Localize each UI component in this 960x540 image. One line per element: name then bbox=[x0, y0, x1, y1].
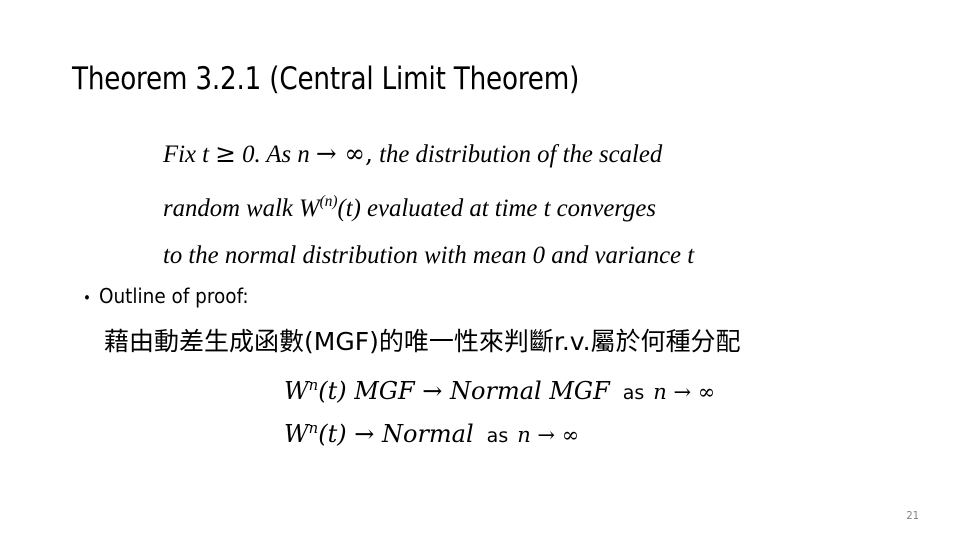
equation-2-lhs: Wn(t) → Normal bbox=[284, 419, 474, 448]
equation-2-limit-arrow-icon: → bbox=[537, 422, 556, 447]
page-title: Theorem 3.2.1 (Central Limit Theorem) bbox=[72, 61, 580, 97]
equation-2-as-label: as bbox=[486, 424, 509, 447]
page-number: 21 bbox=[906, 509, 919, 522]
equation-2-limit-infinity: ∞ bbox=[555, 422, 580, 447]
equation-1-limit-arrow-icon: → bbox=[673, 379, 692, 404]
equation-1-arrow-icon: → bbox=[422, 376, 443, 405]
equation-2-lhs-base: W bbox=[284, 419, 309, 448]
greater-equal-symbol: ≥ bbox=[215, 139, 236, 169]
equation-1-limit-var: n bbox=[653, 379, 674, 404]
equation-2-rhs: Normal bbox=[374, 419, 474, 448]
theorem-statement: Fix t ≥ 0. As n → ∞, the distribution of… bbox=[163, 130, 863, 278]
equation-distribution-convergence: Wn(t) → Normal as n → ∞ bbox=[284, 419, 579, 448]
outline-cjk-note: 藉由動差生成函數(MGF)的唯一性來判斷r.v.屬於何種分配 bbox=[104, 327, 741, 356]
equation-2-limit: n → ∞ bbox=[517, 423, 579, 447]
equation-2-superscript: n bbox=[308, 419, 319, 437]
right-arrow-symbol: → bbox=[315, 139, 337, 169]
outline-bullet-label: Outline of proof: bbox=[98, 284, 249, 308]
equation-1-superscript: n bbox=[308, 376, 319, 394]
equation-1-limit: n → ∞ bbox=[653, 380, 715, 404]
slide-canvas: Theorem 3.2.1 (Central Limit Theorem) Fi… bbox=[0, 0, 960, 540]
superscript-n: (n) bbox=[319, 193, 338, 210]
equation-1-rhs: Normal MGF bbox=[442, 376, 610, 405]
infinity-symbol: ∞, bbox=[336, 139, 373, 169]
equation-1-limit-infinity: ∞ bbox=[691, 379, 716, 404]
theorem-line-1-part-a: Fix t bbox=[163, 139, 216, 168]
equation-2-arrow-icon: → bbox=[354, 419, 375, 448]
theorem-line-1-part-c: the distribution of the scaled bbox=[372, 139, 663, 168]
equation-1-lhs-base: W bbox=[284, 376, 309, 405]
theorem-line-1: Fix t ≥ 0. As n → ∞, the distribution of… bbox=[163, 130, 842, 178]
equation-1-lhs: Wn(t) MGF → Normal MGF bbox=[284, 376, 610, 405]
theorem-line-2-part-b: (t) evaluated at time t converges bbox=[337, 192, 656, 222]
outline-bullet-row: • Outline of proof: bbox=[83, 284, 249, 308]
theorem-line-2: random walk W(n)(t) evaluated at time t … bbox=[163, 178, 842, 231]
equation-1-as-label: as bbox=[622, 381, 645, 404]
equation-2-lhs-rest: (t) bbox=[318, 419, 355, 448]
theorem-line-1-part-b: 0. As n bbox=[235, 139, 316, 168]
equation-2-limit-var: n bbox=[517, 422, 538, 447]
theorem-line-3: to the normal distribution with mean 0 a… bbox=[163, 239, 695, 269]
equation-mgf-convergence: Wn(t) MGF → Normal MGF as n → ∞ bbox=[284, 376, 715, 405]
theorem-line-2-part-a: random walk W bbox=[163, 192, 320, 222]
bullet-point-icon: • bbox=[83, 289, 91, 307]
equation-1-lhs-rest: (t) MGF bbox=[318, 376, 423, 405]
